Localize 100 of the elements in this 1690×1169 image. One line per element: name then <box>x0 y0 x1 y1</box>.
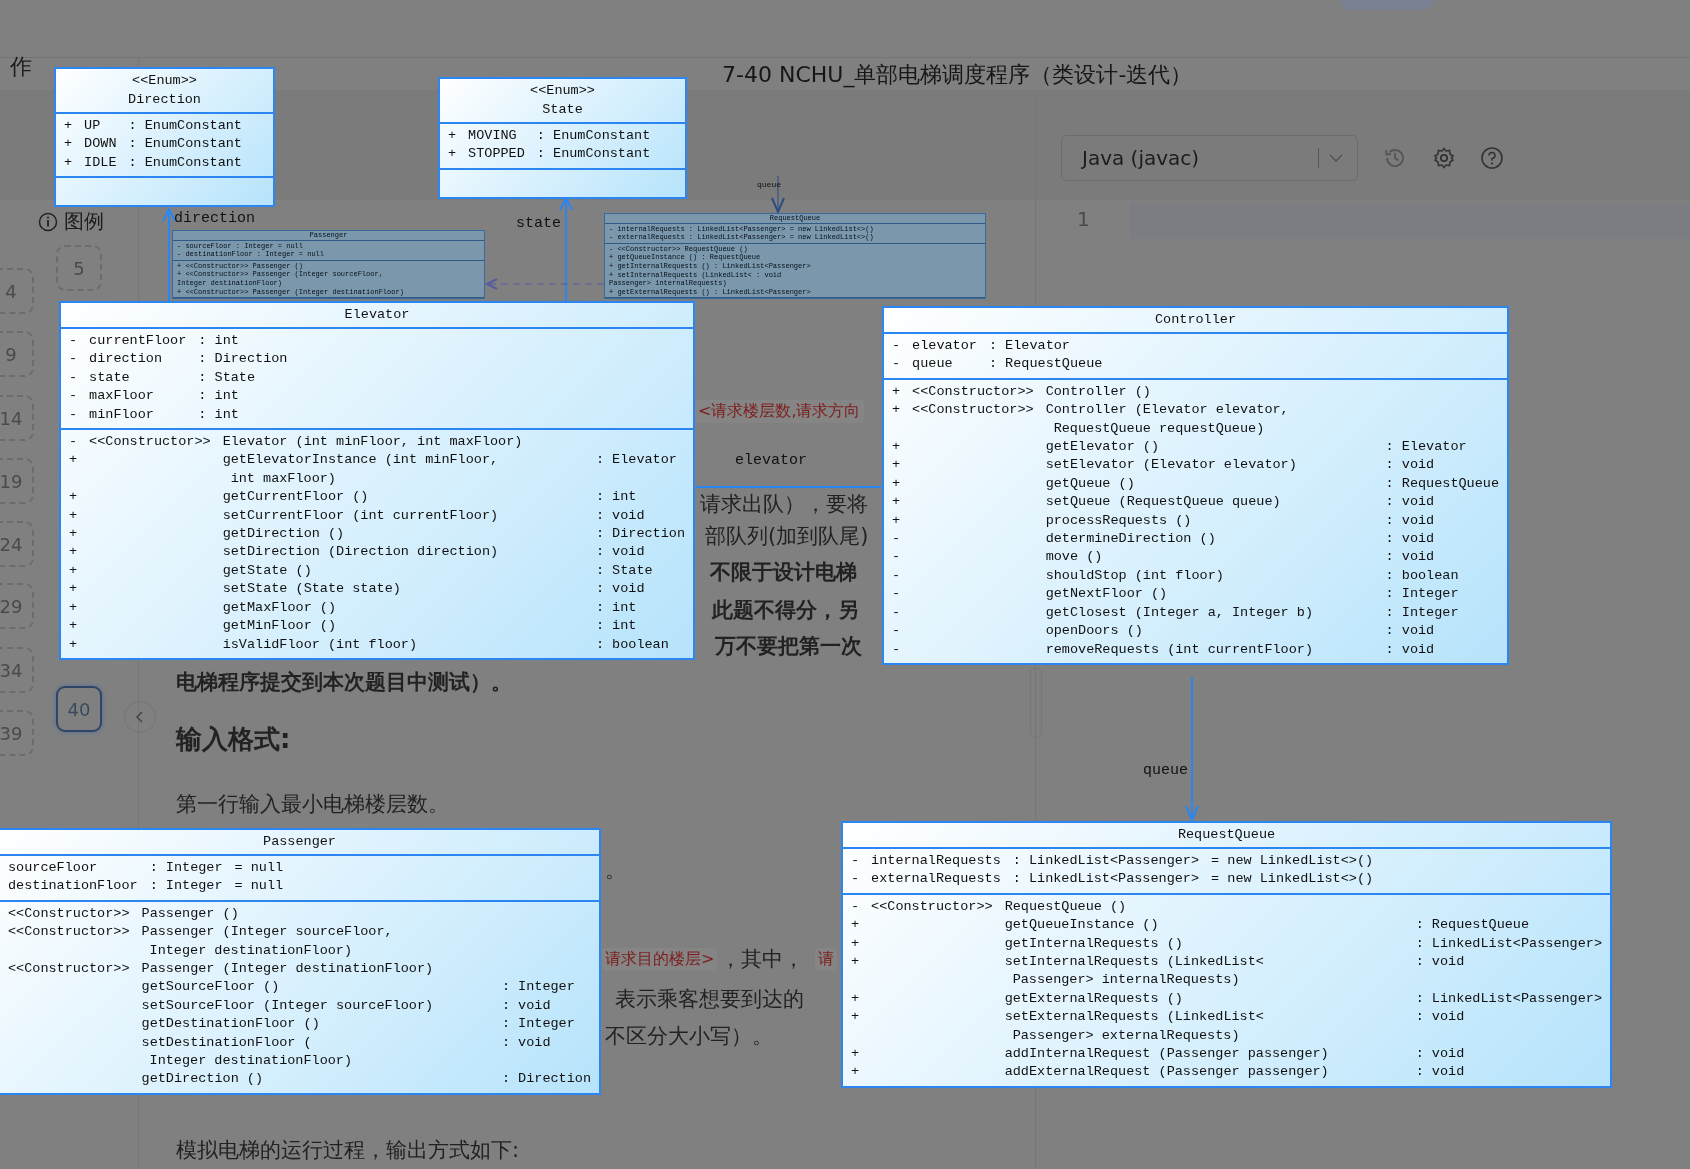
method-signature: getExternalRequests () <box>1004 990 1183 1006</box>
visibility-mark: - <box>892 603 901 622</box>
method-signature: getInternalRequests () <box>1004 935 1183 951</box>
visibility-mark: + <box>851 934 860 953</box>
stereotype-label: <<Constructor>> <box>8 923 130 942</box>
method-signature: addInternalRequest (Passenger passenger) <box>1004 1046 1329 1062</box>
method-signature: getElevator () <box>1045 439 1160 455</box>
return-type: : void <box>595 580 646 599</box>
return-type: : void <box>1385 530 1436 549</box>
method-signature: setInternalRequests (LinkedList< <box>1004 954 1264 970</box>
visibility-mark: - <box>69 350 78 369</box>
stereotype-label: <<Constructor>> <box>89 433 211 452</box>
return-type: : Integer <box>501 978 576 997</box>
method-signature: Controller () <box>1045 383 1151 399</box>
stereotype-label: <<Constructor>> <box>8 960 130 979</box>
visibility-mark: - <box>892 566 901 585</box>
visibility-mark: - <box>69 387 78 406</box>
return-type: : void <box>1385 548 1436 567</box>
class-name: State <box>542 101 583 119</box>
return-type: : Elevator <box>1385 438 1468 457</box>
visibility-mark: + <box>851 1063 860 1082</box>
visibility-mark: + <box>851 989 860 1008</box>
method-signature: getCurrentFloor () <box>222 489 369 505</box>
attribute-name: maxFloor <box>89 388 154 404</box>
return-type: : int <box>595 488 638 507</box>
return-type: : LinkedList<Passenger> <box>1415 989 1602 1008</box>
method-signature: openDoors () <box>1045 623 1143 639</box>
method-signature: Passenger (Integer destinationFloor) <box>141 961 434 977</box>
return-type: : void <box>1385 640 1436 659</box>
return-type: : RequestQueue <box>1415 916 1531 935</box>
return-type: : void <box>1385 511 1436 530</box>
method-signature: Integer destinationFloor) <box>149 1053 353 1069</box>
stereotype-label: <<Constructor>> <box>912 382 1034 401</box>
attribute-name: currentFloor <box>89 333 187 348</box>
text-fragment: 第一行输入最小电梯楼层数。 <box>176 791 449 818</box>
method-signature: move () <box>1045 549 1103 565</box>
visibility-mark: + <box>851 953 860 972</box>
visibility-mark: - <box>69 433 78 452</box>
attribute-name: DOWN <box>84 136 117 152</box>
language-dropdown[interactable]: Java (javac) <box>1061 135 1358 181</box>
sidebar-label: 作 <box>10 53 32 81</box>
return-type: : State <box>595 561 654 580</box>
visibility-mark: + <box>69 561 78 580</box>
visibility-mark: - <box>892 355 901 374</box>
text-fragment: 不区分大小写）。 <box>605 1023 773 1050</box>
default-value: = new LinkedList<>() <box>1211 852 1374 870</box>
attribute-type: : EnumConstant <box>128 135 242 154</box>
attribute-name: externalRequests <box>871 871 1001 887</box>
text-fragment: 不限于设计电梯 <box>710 559 857 586</box>
method-signature: getDirection () <box>222 526 345 542</box>
method-signature: RequestQueue () <box>1004 898 1127 914</box>
attribute-name: direction <box>89 351 163 367</box>
method-signature: setElevator (Elevator elevator) <box>1045 457 1297 473</box>
visibility-mark: + <box>851 1008 860 1027</box>
attribute-type: : EnumConstant <box>128 117 242 135</box>
visibility-mark: + <box>448 127 457 145</box>
visibility-mark: + <box>69 635 78 654</box>
association-label: direction <box>174 210 255 227</box>
return-type: : boolean <box>595 635 670 654</box>
return-type: : void <box>1415 1063 1466 1082</box>
attribute-name: internalRequests <box>871 853 1001 868</box>
attribute-name: UP <box>84 118 101 133</box>
help-icon[interactable] <box>1480 146 1504 170</box>
attribute-name: sourceFloor <box>8 860 98 875</box>
attribute-name: MOVING <box>468 128 517 143</box>
visibility-mark: - <box>892 585 901 604</box>
attribute-name: elevator <box>912 338 977 353</box>
attribute-type: : LinkedList<Passenger> <box>1012 852 1200 870</box>
method-signature: Elevator (int minFloor, int maxFloor) <box>222 434 523 450</box>
visibility-mark: + <box>69 488 78 507</box>
method-signature: Integer destinationFloor) <box>149 942 353 958</box>
settings-icon[interactable] <box>1432 146 1456 170</box>
visibility-mark: + <box>892 474 901 493</box>
attribute-type: : EnumConstant <box>536 145 651 164</box>
method-signature: setCurrentFloor (int currentFloor) <box>222 507 499 523</box>
visibility-mark: - <box>892 622 901 641</box>
visibility-mark: + <box>892 456 901 475</box>
return-type: : Integer <box>1385 585 1460 604</box>
method-signature: determineDirection () <box>1045 531 1216 547</box>
return-type: : void <box>595 543 646 562</box>
text-fragment: 万不要把第一次 <box>715 633 862 660</box>
chevron-left-icon <box>135 711 145 723</box>
return-type: : void <box>1385 493 1436 512</box>
code-tag: <请求楼层数,请求方向 <box>695 400 864 423</box>
visibility-mark: + <box>69 506 78 525</box>
visibility-mark: + <box>69 543 78 562</box>
default-value: = null <box>234 859 284 877</box>
return-type: : void <box>501 1033 552 1052</box>
question-tile[interactable]: 40 <box>56 686 102 732</box>
attribute-type: : EnumConstant <box>536 127 651 145</box>
visibility-mark: - <box>892 337 901 355</box>
info-icon <box>38 211 58 232</box>
class-name: Controller <box>1155 311 1236 329</box>
history-icon[interactable] <box>1383 146 1407 170</box>
text-fragment: 请求出队），要将 <box>700 491 868 518</box>
method-signature: RequestQueue requestQueue) <box>1053 420 1265 436</box>
text-fragment: 此题不得分，另 <box>712 597 859 624</box>
attribute-name: destinationFloor <box>8 878 138 894</box>
method-signature: Passenger> externalRequests) <box>1012 1027 1240 1043</box>
text-fragment: 电梯程序提交到本次题目中测试）。 <box>176 669 512 696</box>
